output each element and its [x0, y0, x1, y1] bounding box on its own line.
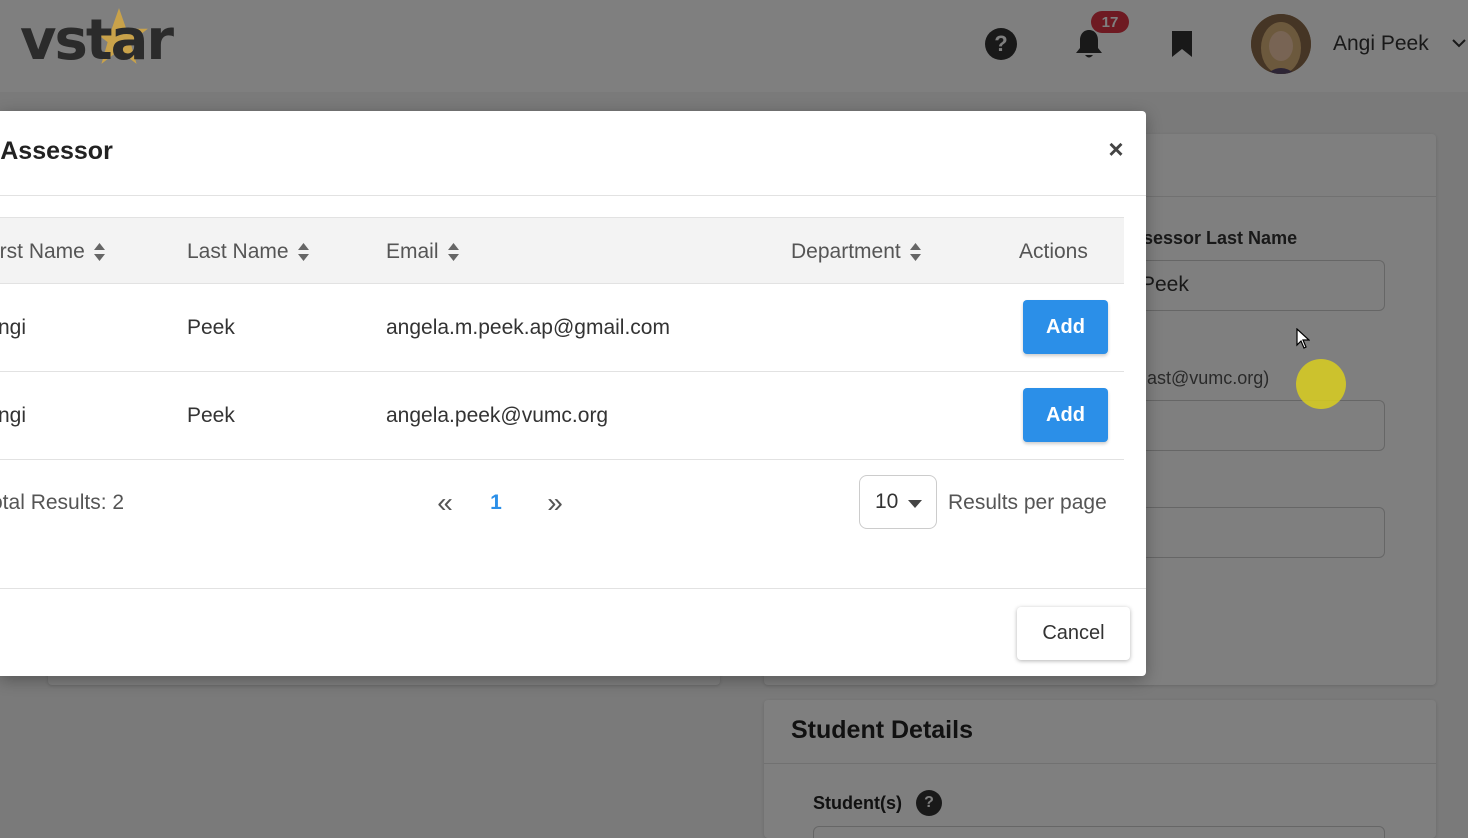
column-last-name-label: Last Name: [187, 240, 289, 263]
modal-title: ld Assessor: [0, 137, 113, 165]
click-indicator: [1296, 359, 1346, 409]
cell-last-name: Peek: [187, 316, 235, 339]
close-icon[interactable]: ×: [1102, 134, 1130, 164]
first-page-icon[interactable]: «: [433, 487, 457, 518]
table-row: ngi Peek angela.peek@vumc.org Add: [0, 372, 1124, 460]
column-department[interactable]: Department: [791, 240, 922, 264]
page-number[interactable]: 1: [484, 491, 508, 515]
add-button[interactable]: Add: [1023, 300, 1108, 354]
sort-icon: [297, 243, 309, 261]
column-actions-label: Actions: [1019, 240, 1088, 263]
cancel-button[interactable]: Cancel: [1017, 607, 1130, 660]
column-email[interactable]: Email: [386, 240, 460, 264]
cell-email: angela.m.peek.ap@gmail.com: [386, 316, 670, 339]
add-button[interactable]: Add: [1023, 388, 1108, 442]
column-actions: Actions: [1019, 240, 1088, 264]
sort-icon: [909, 243, 921, 261]
caret-down-icon: [908, 500, 922, 508]
cell-email: angela.peek@vumc.org: [386, 404, 609, 427]
per-page-value: 10: [875, 490, 899, 513]
column-email-label: Email: [386, 240, 439, 263]
results-per-page-select[interactable]: 10: [859, 475, 937, 529]
sort-icon: [93, 243, 105, 261]
sort-icon: [447, 243, 459, 261]
cell-first-name: ngi: [0, 404, 27, 427]
modal-footer-divider: [0, 588, 1146, 589]
total-results: otal Results: 2: [0, 491, 125, 514]
mouse-cursor-icon: [1296, 328, 1310, 349]
add-assessor-modal: ld Assessor × irst Name Last Name Email …: [0, 111, 1146, 676]
table-row: ngi Peek angela.m.peek.ap@gmail.com Add: [0, 284, 1124, 372]
vstar-logo[interactable]: vstar: [20, 4, 180, 78]
logo-text: vstar: [20, 8, 174, 73]
column-first-name-label: irst Name: [0, 240, 85, 263]
column-first-name[interactable]: irst Name: [0, 240, 106, 264]
last-page-icon[interactable]: »: [543, 487, 567, 518]
table-header: irst Name Last Name Email Department Act…: [0, 217, 1124, 284]
results-per-page-label: Results per page: [948, 491, 1107, 514]
column-department-label: Department: [791, 240, 901, 263]
column-last-name[interactable]: Last Name: [187, 240, 310, 264]
modal-header-divider: [0, 195, 1146, 196]
cell-last-name: Peek: [187, 404, 235, 427]
cell-first-name: ngi: [0, 316, 27, 339]
